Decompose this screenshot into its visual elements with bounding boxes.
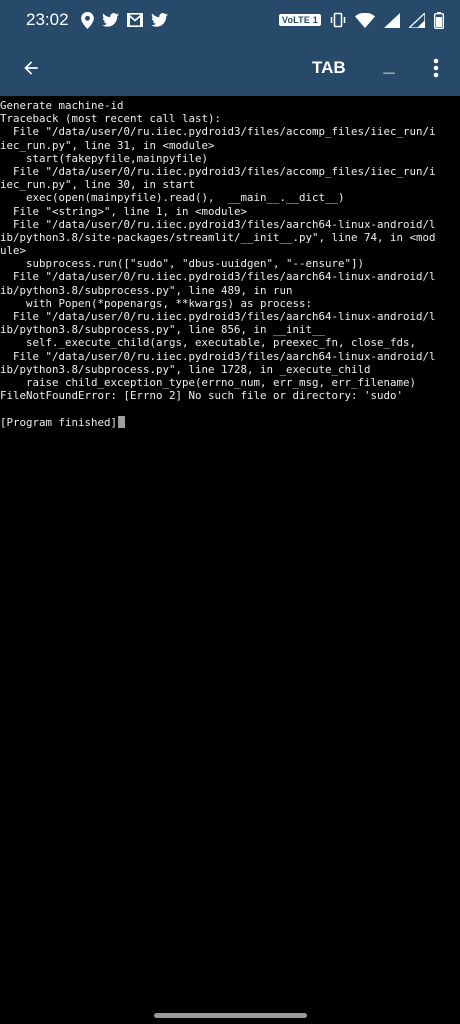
- terminal-line: ule>: [0, 244, 460, 257]
- terminal-line-text: exec(open(mainpyfile).read(), __main__._…: [0, 191, 345, 205]
- terminal-line: ib/python3.8/site-packages/streamlit/__i…: [0, 231, 460, 244]
- terminal-line-text: File "<string>", line 1, in <module>: [0, 204, 248, 218]
- terminal-line: ib/python3.8/subprocess.py", line 489, i…: [0, 284, 460, 297]
- twitter-icon: [150, 13, 168, 27]
- terminal-line-text: Generate machine-id: [0, 99, 124, 112]
- terminal-line-text: ib/python3.8/subprocess.py", line 856, i…: [0, 323, 326, 337]
- volte-badge: VoLTE 1: [278, 14, 321, 26]
- terminal-line: exec(open(mainpyfile).read(), __main__._…: [0, 191, 460, 204]
- twitter-icon: [101, 13, 119, 27]
- terminal-line: File "/data/user/0/ru.iiec.pydroid3/file…: [0, 350, 460, 363]
- terminal-line-text: Traceback (most recent call last):: [0, 112, 222, 126]
- gmail-icon: [126, 13, 143, 27]
- terminal-line-text: subprocess.run(["sudo", "dbus-uuidgen", …: [0, 257, 365, 271]
- status-bar: 23:02 VoLTE 1: [0, 0, 460, 40]
- terminal-line-text: File "/data/user/0/ru.iiec.pydroid3/file…: [0, 125, 436, 139]
- terminal-line-text: FileNotFoundError: [Errno 2] No such fil…: [0, 389, 404, 403]
- terminal-line-text: with Popen(*popenargs, **kwargs) as proc…: [0, 296, 313, 310]
- terminal-line-text: File "/data/user/0/ru.iiec.pydroid3/file…: [0, 270, 436, 284]
- terminal-line: start(fakepyfile,mainpyfile): [0, 152, 460, 165]
- terminal-line: File "/data/user/0/ru.iiec.pydroid3/file…: [0, 165, 460, 178]
- terminal-line: [Program finished]: [0, 415, 460, 429]
- location-icon: [80, 11, 94, 29]
- notification-icons: [80, 11, 168, 29]
- terminal-output[interactable]: Generate machine-id Traceback (most recen…: [0, 99, 460, 1024]
- terminal-line: with Popen(*popenargs, **kwargs) as proc…: [0, 297, 460, 310]
- terminal-line-text: ib/python3.8/subprocess.py", line 1728, …: [0, 362, 371, 376]
- terminal-line: FileNotFoundError: [Errno 2] No such fil…: [0, 389, 460, 402]
- terminal-line: Generate machine-id: [0, 99, 460, 112]
- terminal-line: ib/python3.8/subprocess.py", line 1728, …: [0, 363, 460, 376]
- terminal-line: iec_run.py", line 30, in start: [0, 178, 460, 191]
- terminal-line: File "/data/user/0/ru.iiec.pydroid3/file…: [0, 270, 460, 283]
- app-bar: TAB _: [0, 40, 460, 96]
- terminal-line: iec_run.py", line 31, in <module>: [0, 139, 460, 152]
- terminal-line-text: raise child_exception_type(errno_num, er…: [0, 375, 417, 389]
- terminal-line-text: File "/data/user/0/ru.iiec.pydroid3/file…: [0, 217, 436, 231]
- terminal-line: File "<string>", line 1, in <module>: [0, 205, 460, 218]
- terminal-line-text: File "/data/user/0/ru.iiec.pydroid3/file…: [0, 349, 436, 363]
- terminal-line: raise child_exception_type(errno_num, er…: [0, 376, 460, 389]
- home-indicator[interactable]: [154, 1013, 307, 1018]
- arrow-back-icon: [24, 61, 38, 75]
- underscore-button[interactable]: _: [376, 54, 402, 82]
- terminal-line-text: File "/data/user/0/ru.iiec.pydroid3/file…: [0, 164, 436, 178]
- terminal-line-text: iec_run.py", line 31, in <module>: [0, 138, 215, 152]
- terminal-line: File "/data/user/0/ru.iiec.pydroid3/file…: [0, 125, 460, 138]
- signal-icon: [409, 12, 425, 28]
- terminal-line-text: [Program finished]: [0, 415, 118, 429]
- vibrate-icon: [330, 12, 346, 28]
- terminal-line: subprocess.run(["sudo", "dbus-uuidgen", …: [0, 257, 460, 270]
- terminal-line: File "/data/user/0/ru.iiec.pydroid3/file…: [0, 218, 460, 231]
- back-button[interactable]: [16, 54, 46, 82]
- overflow-menu-button[interactable]: [424, 52, 448, 84]
- terminal-line-text: start(fakepyfile,mainpyfile): [0, 151, 209, 165]
- terminal-line-text: ule>: [0, 244, 27, 258]
- terminal-line: Traceback (most recent call last):: [0, 112, 460, 125]
- tab-button[interactable]: TAB: [312, 54, 346, 82]
- battery-icon: [434, 11, 444, 29]
- system-icons: VoLTE 1: [278, 11, 444, 29]
- terminal-line-text: self._execute_child(args, executable, pr…: [0, 336, 417, 350]
- terminal-cursor: [118, 415, 126, 428]
- status-time: 23:02: [26, 10, 69, 29]
- more-vert-icon: [433, 58, 439, 78]
- terminal-line: self._execute_child(args, executable, pr…: [0, 336, 460, 349]
- terminal-line-text: File "/data/user/0/ru.iiec.pydroid3/file…: [0, 310, 436, 323]
- terminal-line-text: ib/python3.8/subprocess.py", line 489, i…: [0, 283, 293, 297]
- terminal-line: File "/data/user/0/ru.iiec.pydroid3/file…: [0, 310, 460, 323]
- signal-icon: [384, 12, 400, 28]
- terminal-line-text: ib/python3.8/site-packages/streamlit/__i…: [0, 230, 436, 244]
- terminal-line-text: iec_run.py", line 30, in start: [0, 178, 196, 192]
- terminal-line: ib/python3.8/subprocess.py", line 856, i…: [0, 323, 460, 336]
- wifi-icon: [355, 12, 375, 28]
